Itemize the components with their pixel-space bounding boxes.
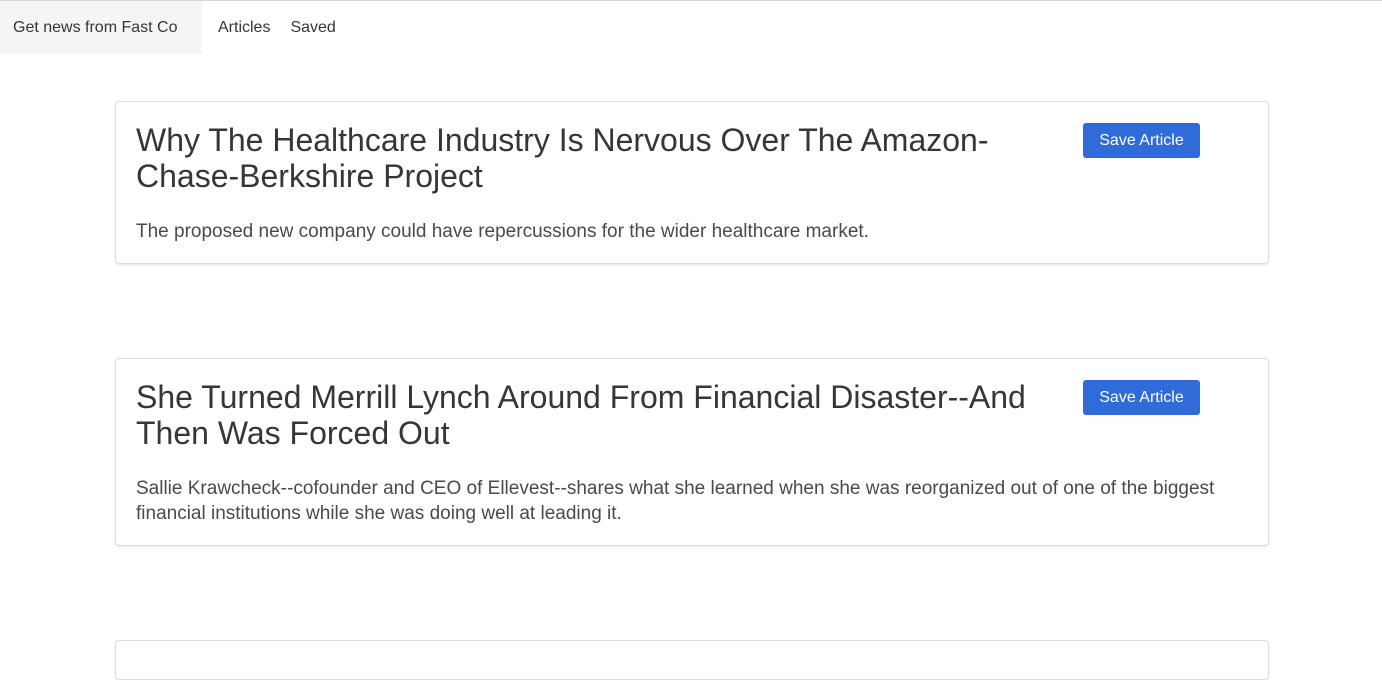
nav-saved-link[interactable]: Saved: [286, 1, 347, 54]
save-article-button[interactable]: Save Article: [1083, 123, 1200, 158]
top-navbar: Get news from Fast Co Articles Saved: [0, 0, 1382, 54]
article-card: She Turned Merrill Lynch Around From Fin…: [115, 358, 1269, 546]
nav-articles-link[interactable]: Articles: [202, 1, 286, 54]
article-card-partial: [115, 640, 1269, 680]
article-card: Why The Healthcare Industry Is Nervous O…: [115, 101, 1269, 264]
article-summary: The proposed new company could have repe…: [136, 221, 869, 242]
save-article-button[interactable]: Save Article: [1083, 380, 1200, 415]
nav-brand-get-news[interactable]: Get news from Fast Co: [0, 1, 202, 54]
article-title: Why The Healthcare Industry Is Nervous O…: [136, 122, 989, 194]
article-title: She Turned Merrill Lynch Around From Fin…: [136, 379, 1026, 451]
article-summary: Sallie Krawcheck--cofounder and CEO of E…: [136, 478, 1215, 524]
